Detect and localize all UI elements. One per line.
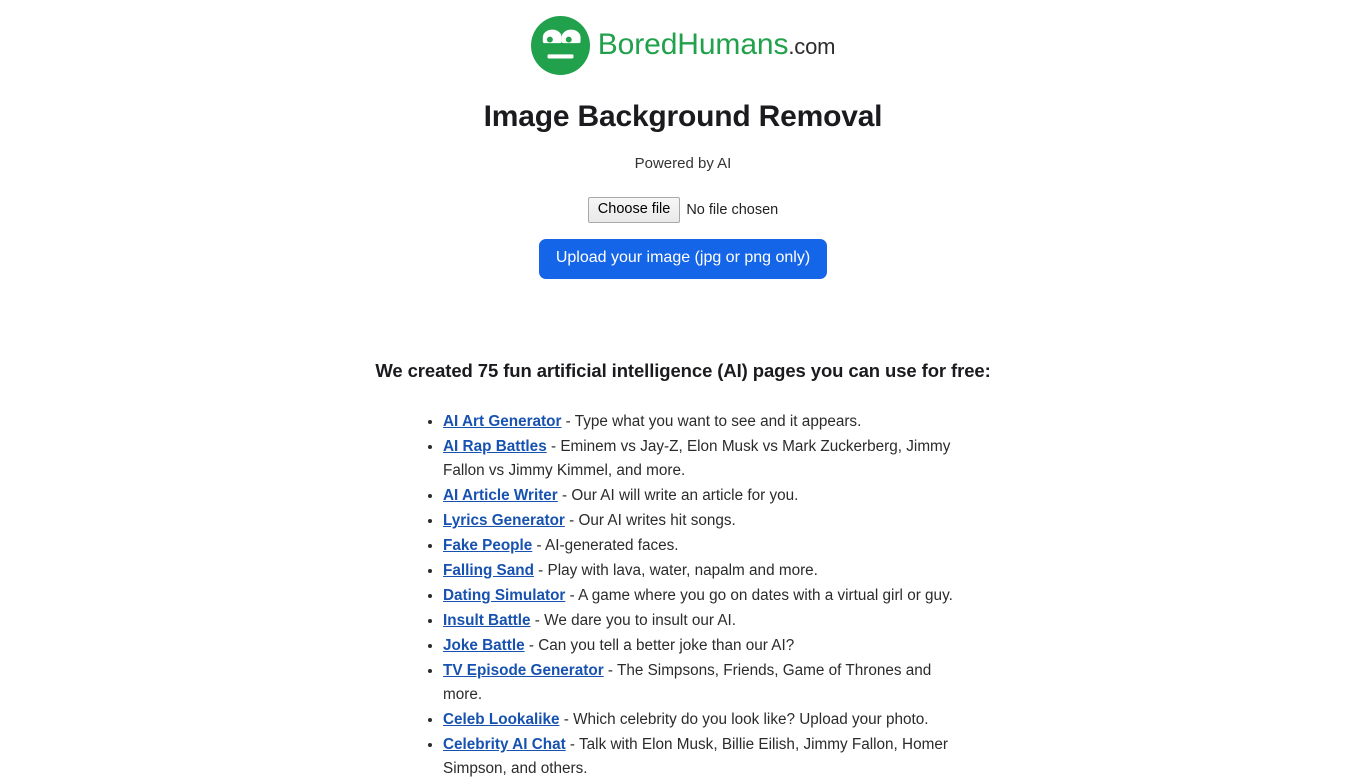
site-logo[interactable]: BoredHumans.com <box>0 0 1366 77</box>
ai-page-link[interactable]: Celeb Lookalike <box>443 711 559 728</box>
separator: - <box>524 636 539 654</box>
promo-section: We created 75 fun artificial intelligenc… <box>0 359 1366 781</box>
promo-heading: We created 75 fun artificial intelligenc… <box>375 359 991 381</box>
ai-pages-list-wrapper: AI Art Generator - Type what you want to… <box>403 409 963 781</box>
brand-name-part2: Humans <box>677 28 789 61</box>
ai-page-link[interactable]: AI Art Generator <box>443 413 561 430</box>
page-title: Image Background Removal <box>483 100 883 133</box>
separator: - <box>530 611 545 629</box>
ai-page-link[interactable]: Falling Sand <box>443 562 534 579</box>
bored-face-icon <box>530 15 590 75</box>
list-item: Dating Simulator - A game where you go o… <box>443 583 963 608</box>
separator: - <box>532 536 546 554</box>
separator: - <box>565 586 579 604</box>
separator: - <box>565 735 580 753</box>
ai-page-link[interactable]: TV Episode Generator <box>443 662 604 679</box>
separator: - <box>546 437 561 455</box>
list-item: Insult Battle - We dare you to insult ou… <box>443 608 963 633</box>
separator: - <box>557 486 572 504</box>
list-item: Fake People - AI-generated faces. <box>443 533 963 558</box>
brand-name-part1: Bored <box>597 28 678 61</box>
ai-page-link[interactable]: Dating Simulator <box>443 587 565 604</box>
upload-form: Choose file No file chosen Upload your i… <box>0 197 1366 279</box>
ai-page-link[interactable]: Celebrity AI Chat <box>443 736 566 753</box>
ai-page-desc: Play with lava, water, napalm and more. <box>547 561 818 579</box>
site-logo-text: BoredHumans.com <box>598 30 836 60</box>
ai-page-desc: Can you tell a better joke than our AI? <box>538 636 795 654</box>
separator: - <box>559 710 574 728</box>
ai-page-link[interactable]: AI Article Writer <box>443 487 558 504</box>
choose-file-button[interactable]: Choose file <box>587 197 681 224</box>
list-item: AI Article Writer - Our AI will write an… <box>443 483 963 508</box>
ai-pages-list: AI Art Generator - Type what you want to… <box>403 409 963 781</box>
upload-image-button[interactable]: Upload your image (jpg or png only) <box>538 239 828 279</box>
ai-page-link[interactable]: Insult Battle <box>443 612 531 629</box>
list-item: TV Episode Generator - The Simpsons, Fri… <box>443 658 963 707</box>
ai-page-desc: Our AI writes hit songs. <box>578 511 736 529</box>
ai-page-link[interactable]: Fake People <box>443 537 532 554</box>
ai-page-desc: A game where you go on dates with a virt… <box>578 586 953 604</box>
ai-page-link[interactable]: Lyrics Generator <box>443 512 565 529</box>
brand-tld: .com <box>788 34 836 59</box>
list-item: Falling Sand - Play with lava, water, na… <box>443 558 963 583</box>
ai-page-link[interactable]: AI Rap Battles <box>443 438 547 455</box>
ai-page-desc: AI-generated faces. <box>545 536 679 554</box>
ai-page-desc: We dare you to insult our AI. <box>544 611 737 629</box>
ai-page-desc: Which celebrity do you look like? Upload… <box>573 710 929 728</box>
list-item: Joke Battle - Can you tell a better joke… <box>443 633 963 658</box>
page-root: BoredHumans.com Image Background Removal… <box>0 0 1366 781</box>
separator: - <box>533 561 548 579</box>
ai-page-link[interactable]: Joke Battle <box>443 637 525 654</box>
list-item: AI Rap Battles - Eminem vs Jay-Z, Elon M… <box>443 434 963 483</box>
separator: - <box>561 412 575 430</box>
list-item: Celebrity AI Chat - Talk with Elon Musk,… <box>443 732 963 781</box>
list-item: Celeb Lookalike - Which celebrity do you… <box>443 707 963 732</box>
list-item: Lyrics Generator - Our AI writes hit son… <box>443 508 963 533</box>
separator: - <box>603 661 617 679</box>
ai-page-desc: Our AI will write an article for you. <box>571 486 799 504</box>
page-subtitle: Powered by AI <box>634 155 732 172</box>
file-input-row[interactable]: Choose file No file chosen <box>587 197 779 224</box>
list-item: AI Art Generator - Type what you want to… <box>443 409 963 434</box>
ai-page-desc: Type what you want to see and it appears… <box>574 412 862 430</box>
file-status-text: No file chosen <box>686 201 779 218</box>
separator: - <box>564 511 579 529</box>
